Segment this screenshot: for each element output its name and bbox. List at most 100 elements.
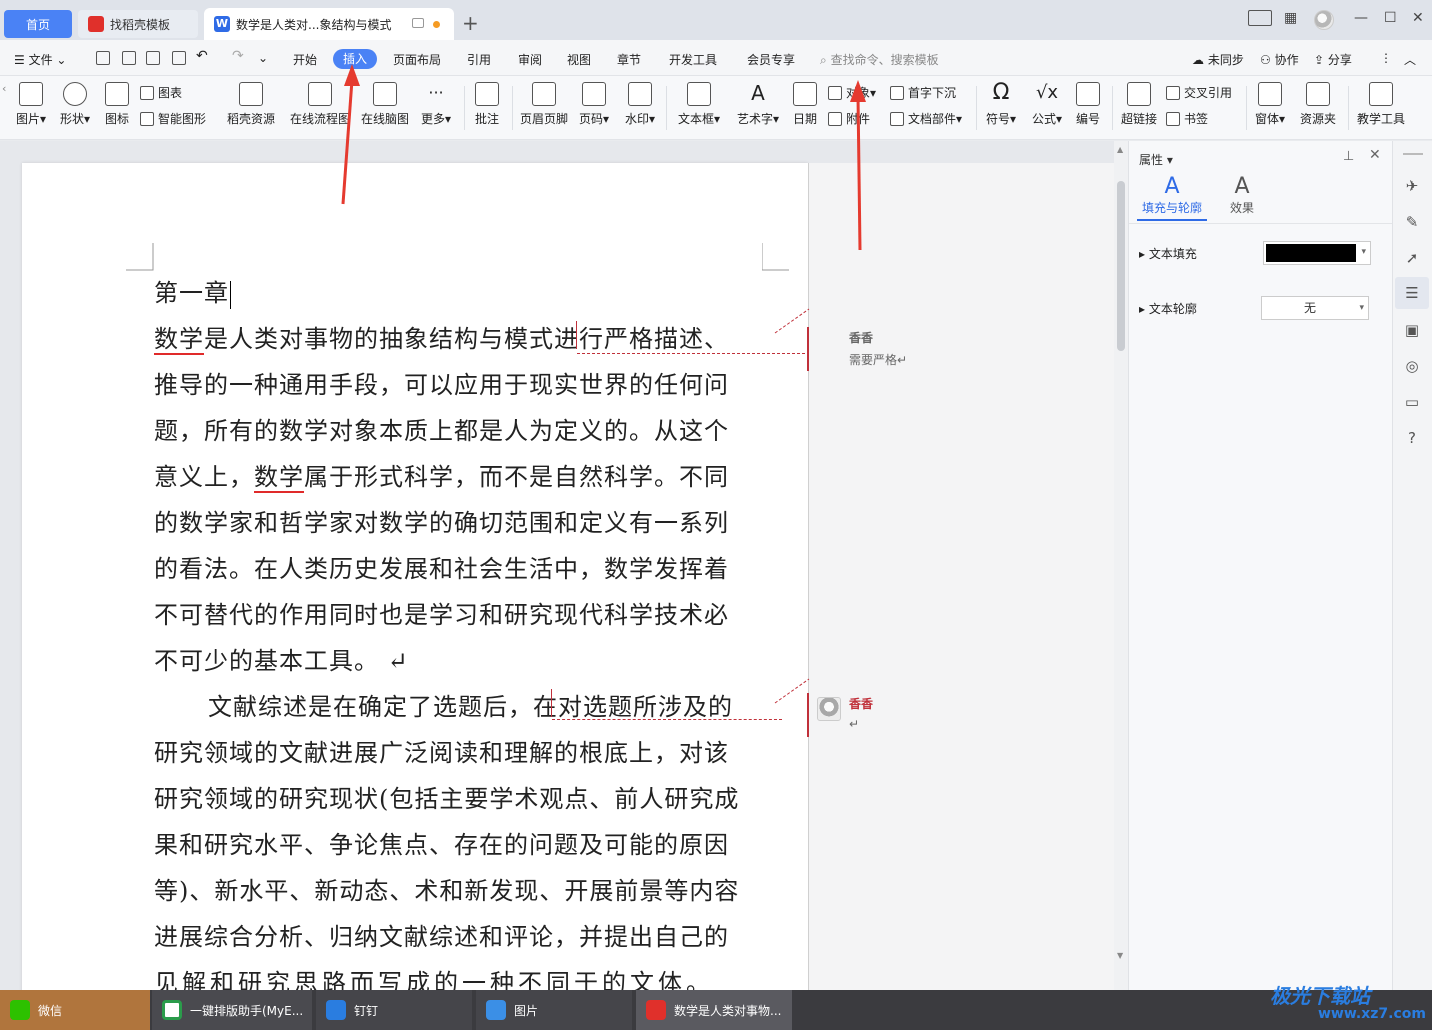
- text-fill-row[interactable]: ▸ 文本填充: [1139, 245, 1197, 262]
- insert-icon-button[interactable]: 图标: [100, 76, 134, 127]
- maximize-icon[interactable]: ☐: [1384, 10, 1397, 26]
- comment-button[interactable]: 批注: [470, 76, 504, 127]
- compass-icon[interactable]: ◎: [1403, 357, 1421, 375]
- text-outline-select[interactable]: 无 ▾: [1261, 296, 1369, 320]
- tab-document[interactable]: W 数学是人类对...象结构与模式: [204, 8, 454, 40]
- document-page[interactable]: 第一章 数学是人类对事物的抽象结构与模式进行严格描述、 推导的一种通用手段，可以…: [22, 163, 808, 1003]
- menu-insert[interactable]: 插入: [333, 49, 377, 69]
- menu-review[interactable]: 审阅: [518, 51, 542, 68]
- paragraph-line[interactable]: 果和研究水平、争论焦点、存在的问题及可能的原因: [154, 825, 729, 860]
- paragraph-line[interactable]: 研究领域的研究现状(包括主要学术观点、前人研究成: [154, 779, 739, 814]
- layout-icon[interactable]: [1248, 10, 1272, 26]
- taskbar-typeset[interactable]: 一键排版助手(MyE...: [152, 990, 312, 1030]
- chapter-heading[interactable]: 第一章: [154, 273, 231, 309]
- smart-graphic-button[interactable]: 智能图形: [140, 110, 206, 127]
- menu-view[interactable]: 视图: [567, 51, 591, 68]
- paragraph-line[interactable]: 文献综述是在确定了选题后，在对选题所涉及的: [208, 687, 733, 722]
- insert-chart-button[interactable]: 图表: [140, 84, 182, 101]
- collapse-ribbon-icon[interactable]: ︿: [1404, 51, 1416, 68]
- numbering-button[interactable]: 编号: [1072, 76, 1104, 127]
- book-icon[interactable]: ▭: [1403, 393, 1421, 411]
- tab-home[interactable]: 首页: [4, 10, 72, 38]
- minimize-icon[interactable]: —: [1354, 10, 1368, 26]
- collab-button[interactable]: ⚇ 协作: [1260, 51, 1299, 68]
- spellcheck-word[interactable]: 数学: [254, 463, 304, 493]
- resource-folder-button[interactable]: 资源夹: [1296, 76, 1340, 127]
- more-button[interactable]: ··· 更多▾: [418, 76, 454, 127]
- paragraph-line[interactable]: 不可少的基本工具。 ↵: [154, 641, 409, 676]
- textbox-button[interactable]: 文本框▾: [676, 76, 722, 127]
- menu-references[interactable]: 引用: [467, 51, 491, 68]
- properties-title[interactable]: 属性 ▾: [1139, 151, 1173, 168]
- paragraph-line[interactable]: 题，所有的数学对象本质上都是人为定义的。从这个: [154, 411, 729, 446]
- insert-picture-button[interactable]: 图片▾: [12, 76, 50, 127]
- user-avatar[interactable]: [1314, 10, 1334, 30]
- paragraph-line[interactable]: 意义上，数学属于形式科学，而不是自然科学。不同: [154, 457, 729, 493]
- sync-status[interactable]: ☁ 未同步: [1192, 51, 1244, 68]
- pen-icon[interactable]: ✎: [1403, 213, 1421, 231]
- taskbar-dingtalk[interactable]: 钉钉: [316, 990, 472, 1030]
- date-button[interactable]: 日期: [790, 76, 820, 127]
- cursor-icon[interactable]: ➚: [1403, 249, 1421, 267]
- menu-member[interactable]: 会员专享: [747, 51, 795, 68]
- formula-button[interactable]: √x 公式▾: [1028, 76, 1066, 127]
- pin-icon[interactable]: ⊥: [1343, 149, 1354, 164]
- paragraph-line[interactable]: 的看法。在人类历史发展和社会生活中，数学发挥着: [154, 549, 729, 584]
- share-button[interactable]: ⇪ 分享: [1314, 51, 1352, 68]
- file-menu[interactable]: ☰ 文件 ⌄: [14, 51, 66, 68]
- form-button[interactable]: 窗体▾: [1252, 76, 1288, 127]
- doc-parts-button[interactable]: 文档部件 ▾: [890, 110, 962, 127]
- taskbar-wechat[interactable]: 微信: [0, 990, 150, 1030]
- object-button[interactable]: 对象 ▾: [828, 84, 876, 101]
- page-number-button[interactable]: 页码▾: [576, 76, 612, 127]
- image-tools-icon[interactable]: ▣: [1403, 321, 1421, 339]
- comment-anchor[interactable]: [551, 689, 552, 717]
- new-tab-plus-icon[interactable]: +: [462, 12, 479, 34]
- symbol-button[interactable]: Ω 符号▾: [982, 76, 1020, 127]
- undo-icon[interactable]: ↶: [196, 48, 208, 64]
- export-pdf-icon[interactable]: [122, 51, 136, 65]
- paragraph-line[interactable]: 推导的一种通用手段，可以应用于现实世界的任何问: [154, 365, 729, 400]
- tab-fill-outline[interactable]: A 填充与轮廓: [1137, 175, 1207, 221]
- help-icon[interactable]: ?: [1403, 429, 1421, 447]
- save-icon[interactable]: [96, 51, 110, 65]
- docer-resources-button[interactable]: 稻壳资源: [224, 76, 278, 127]
- paragraph-line[interactable]: 数学是人类对事物的抽象结构与模式进行严格描述、: [154, 319, 729, 355]
- online-flowchart-button[interactable]: 在线流程图: [288, 76, 352, 127]
- close-panel-icon[interactable]: ✕: [1369, 147, 1381, 163]
- quick-access-dropdown-icon[interactable]: ⌄: [258, 51, 268, 65]
- comment-body[interactable]: ↵: [849, 717, 859, 731]
- spellcheck-word[interactable]: 数学: [154, 325, 204, 355]
- screen-icon[interactable]: [412, 18, 424, 28]
- menu-start[interactable]: 开始: [293, 51, 317, 68]
- print-preview-icon[interactable]: [172, 51, 186, 65]
- vertical-scrollbar[interactable]: ▲ ▼: [1114, 141, 1128, 990]
- header-footer-button[interactable]: 页眉页脚: [518, 76, 570, 127]
- properties-sliders-icon[interactable]: ☰: [1403, 284, 1421, 302]
- bookmark-button[interactable]: 书签: [1166, 110, 1208, 127]
- more-options-icon[interactable]: ⋮: [1380, 51, 1392, 65]
- close-window-icon[interactable]: ✕: [1412, 10, 1424, 26]
- text-fill-color-picker[interactable]: ▾: [1263, 241, 1371, 265]
- paragraph-line[interactable]: 不可替代的作用同时也是学习和研究现代科学技术必: [154, 595, 729, 630]
- comment-anchor[interactable]: [576, 321, 577, 349]
- drop-cap-button[interactable]: 首字下沉: [890, 84, 956, 101]
- paragraph-line[interactable]: 研究领域的文献进展广泛阅读和理解的根底上，对该: [154, 733, 729, 768]
- paragraph-line[interactable]: 等)、新水平、新动态、术和新发现、开展前景等内容: [154, 871, 739, 906]
- attachment-button[interactable]: 附件: [828, 110, 870, 127]
- menu-chapter[interactable]: 章节: [617, 51, 641, 68]
- tab-effect[interactable]: A 效果: [1207, 175, 1277, 221]
- wordart-button[interactable]: A 艺术字▾: [734, 76, 782, 127]
- comment-body[interactable]: 需要严格↵: [849, 351, 907, 368]
- print-icon[interactable]: [146, 51, 160, 65]
- scrollbar-thumb[interactable]: [1117, 181, 1125, 351]
- watermark-button[interactable]: 水印▾: [622, 76, 658, 127]
- taskbar-photos[interactable]: 图片: [476, 990, 632, 1030]
- rocket-icon[interactable]: ✈: [1403, 177, 1421, 195]
- redo-icon[interactable]: ↷: [232, 48, 244, 64]
- hyperlink-button[interactable]: 超链接: [1118, 76, 1160, 127]
- text-outline-row[interactable]: ▸ 文本轮廓: [1139, 300, 1197, 317]
- tab-template[interactable]: 找稻壳模板: [78, 10, 198, 38]
- scroll-up-icon[interactable]: ▲: [1117, 145, 1123, 154]
- online-mindmap-button[interactable]: 在线脑图: [358, 76, 412, 127]
